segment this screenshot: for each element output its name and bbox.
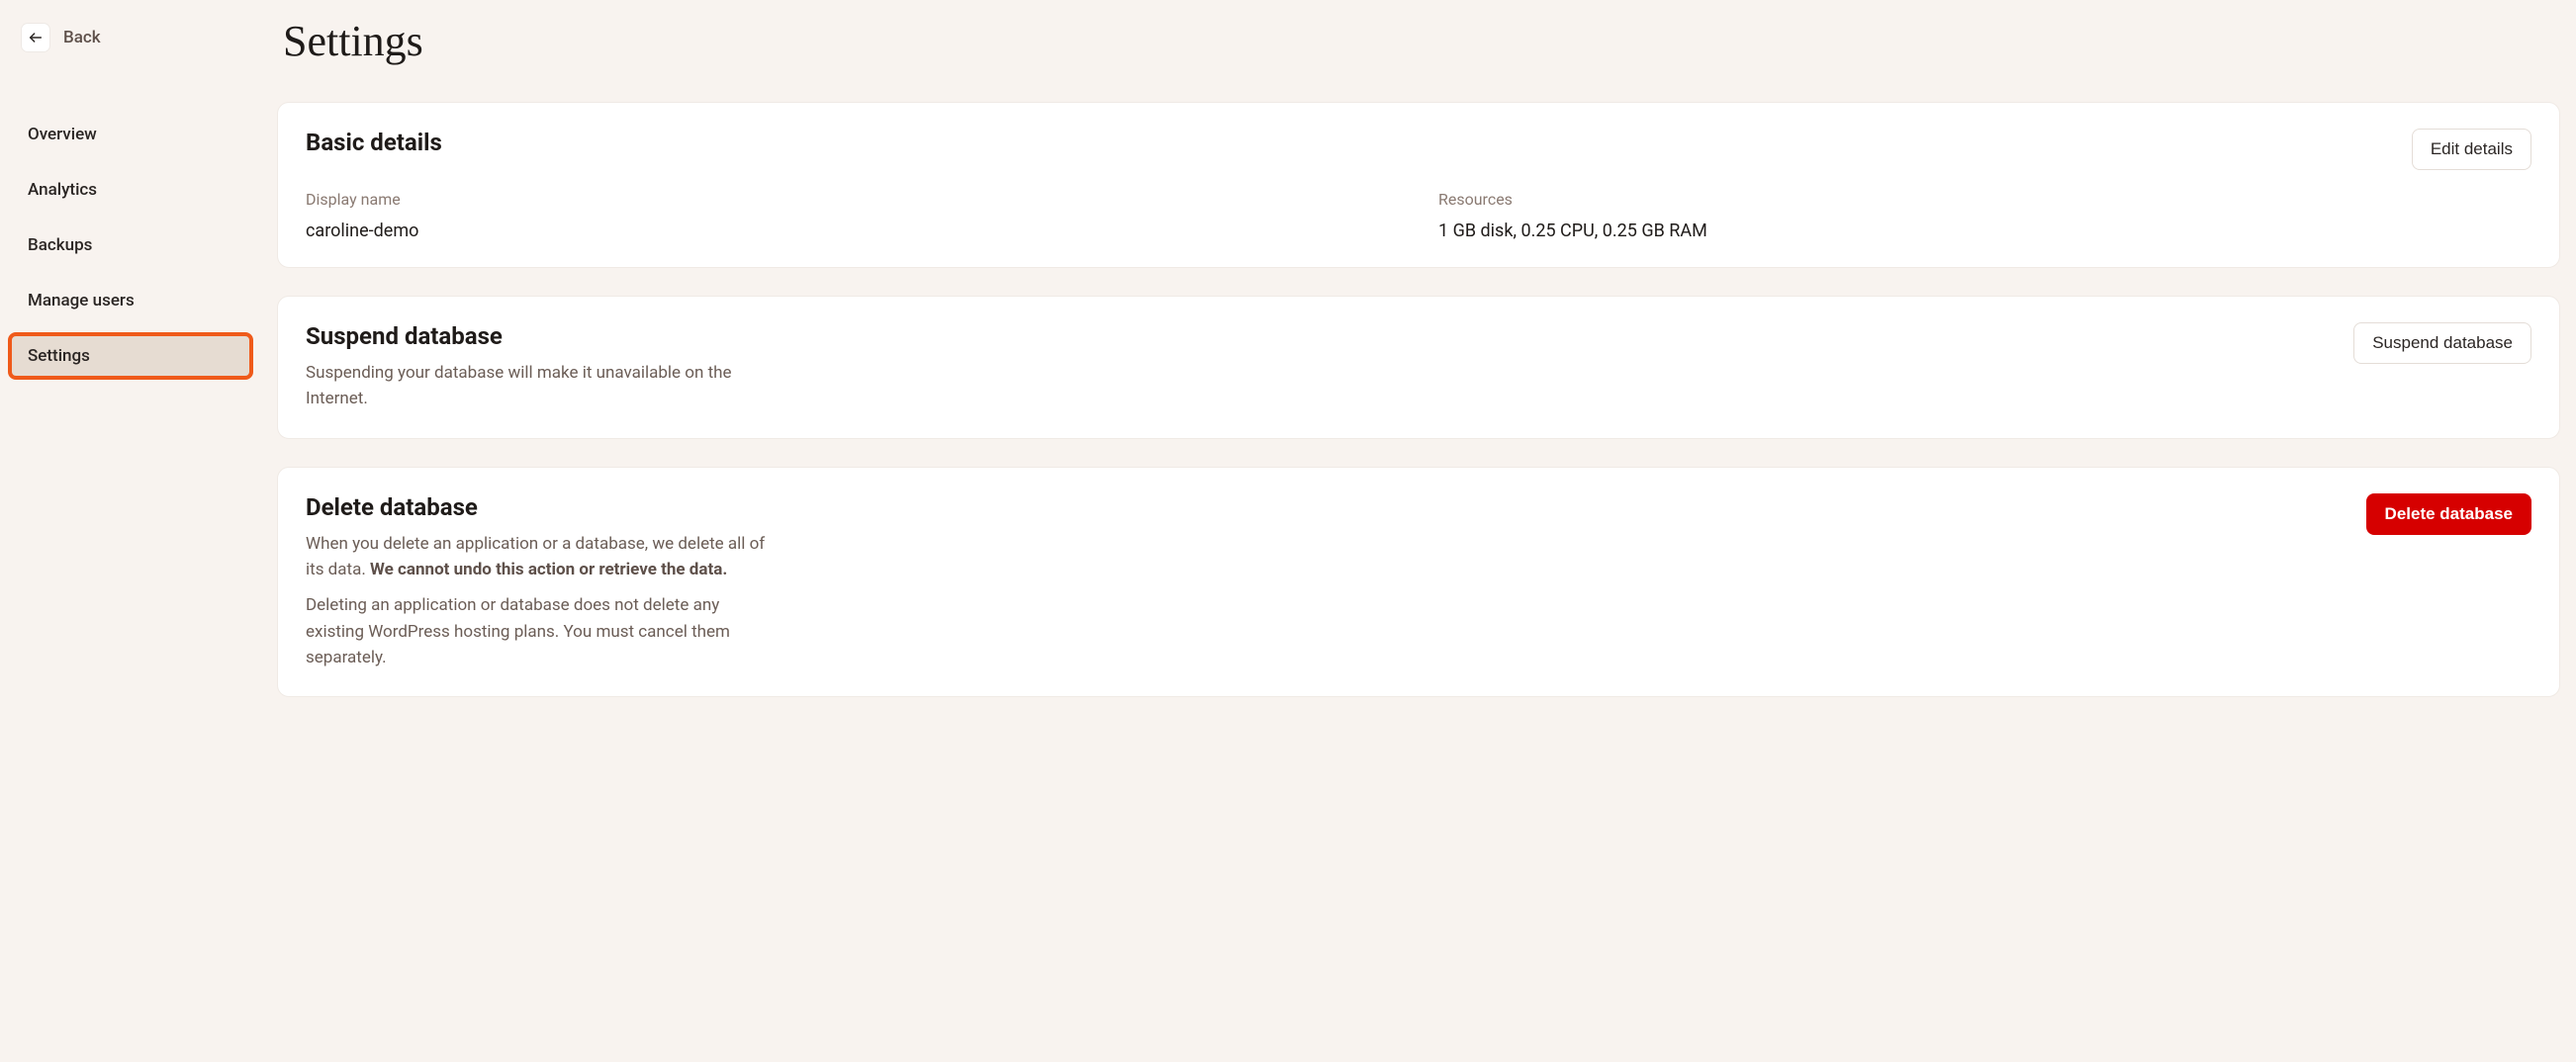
delete-database-card: Delete database When you delete an appli… bbox=[277, 467, 2560, 698]
delete-database-button[interactable]: Delete database bbox=[2366, 493, 2531, 535]
sidebar-item-analytics[interactable]: Analytics bbox=[10, 168, 251, 212]
edit-details-button[interactable]: Edit details bbox=[2412, 129, 2531, 170]
sidebar-item-settings[interactable]: Settings bbox=[10, 334, 251, 378]
sidebar-item-overview[interactable]: Overview bbox=[10, 113, 251, 156]
suspend-database-button[interactable]: Suspend database bbox=[2353, 322, 2531, 364]
back-label: Back bbox=[63, 28, 101, 47]
display-name-value: caroline-demo bbox=[306, 221, 1399, 241]
suspend-description: Suspending your database will make it un… bbox=[306, 360, 771, 412]
sidebar-item-backups[interactable]: Backups bbox=[10, 223, 251, 267]
delete-p1b: We cannot undo this action or retrieve t… bbox=[370, 560, 727, 579]
display-name-label: Display name bbox=[306, 190, 1399, 209]
page-title: Settings bbox=[283, 16, 2560, 66]
sidebar-nav: Overview Analytics Backups Manage users … bbox=[10, 113, 251, 378]
main-content: Settings Basic details Edit details Disp… bbox=[261, 0, 2576, 1062]
resources-field: Resources 1 GB disk, 0.25 CPU, 0.25 GB R… bbox=[1438, 190, 2531, 241]
sidebar-item-manage-users[interactable]: Manage users bbox=[10, 279, 251, 322]
display-name-field: Display name caroline-demo bbox=[306, 190, 1399, 241]
delete-title: Delete database bbox=[306, 493, 771, 521]
basic-details-card: Basic details Edit details Display name … bbox=[277, 102, 2560, 268]
delete-p2: Deleting an application or database does… bbox=[306, 592, 771, 670]
resources-value: 1 GB disk, 0.25 CPU, 0.25 GB RAM bbox=[1438, 221, 2531, 241]
back-button[interactable]: Back bbox=[10, 14, 251, 61]
basic-details-title: Basic details bbox=[306, 129, 442, 156]
suspend-database-card: Suspend database Suspending your databas… bbox=[277, 296, 2560, 439]
delete-description: When you delete an application or a data… bbox=[306, 531, 771, 671]
arrow-left-icon bbox=[22, 24, 49, 51]
sidebar: Back Overview Analytics Backups Manage u… bbox=[0, 0, 261, 1062]
suspend-title: Suspend database bbox=[306, 322, 771, 350]
resources-label: Resources bbox=[1438, 190, 2531, 209]
